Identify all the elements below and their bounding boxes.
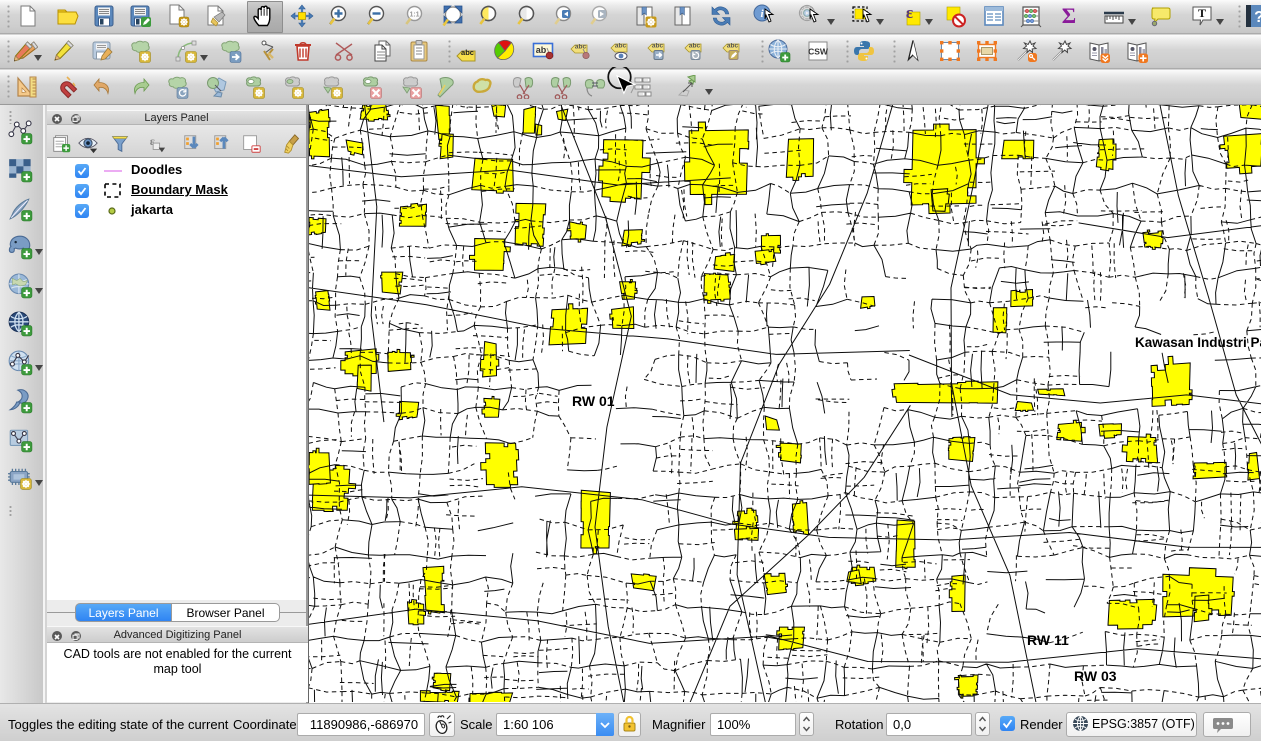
svg-text:CSW: CSW [808,47,829,57]
svg-text:RW 11: RW 11 [1027,632,1069,648]
svg-text:abc: abc [689,43,701,50]
svg-text:T: T [1198,6,1206,20]
svg-text:1:1: 1:1 [409,12,419,19]
svg-text:abc: abc [727,43,739,50]
svg-text:RW 03: RW 03 [1074,668,1117,684]
svg-text:abc: abc [575,44,587,51]
svg-text:Σ: Σ [1062,4,1076,28]
svg-text:?: ? [1254,9,1261,26]
svg-text:ab: ab [536,45,547,55]
svg-text:RW 01: RW 01 [572,393,615,409]
svg-text:abc: abc [461,48,474,57]
svg-text:abc: abc [652,43,664,50]
svg-text:ε: ε [906,4,913,22]
svg-text:Kawasan Industri Pa: Kawasan Industri Pa [1135,335,1261,350]
svg-text:abc: abc [615,43,627,50]
